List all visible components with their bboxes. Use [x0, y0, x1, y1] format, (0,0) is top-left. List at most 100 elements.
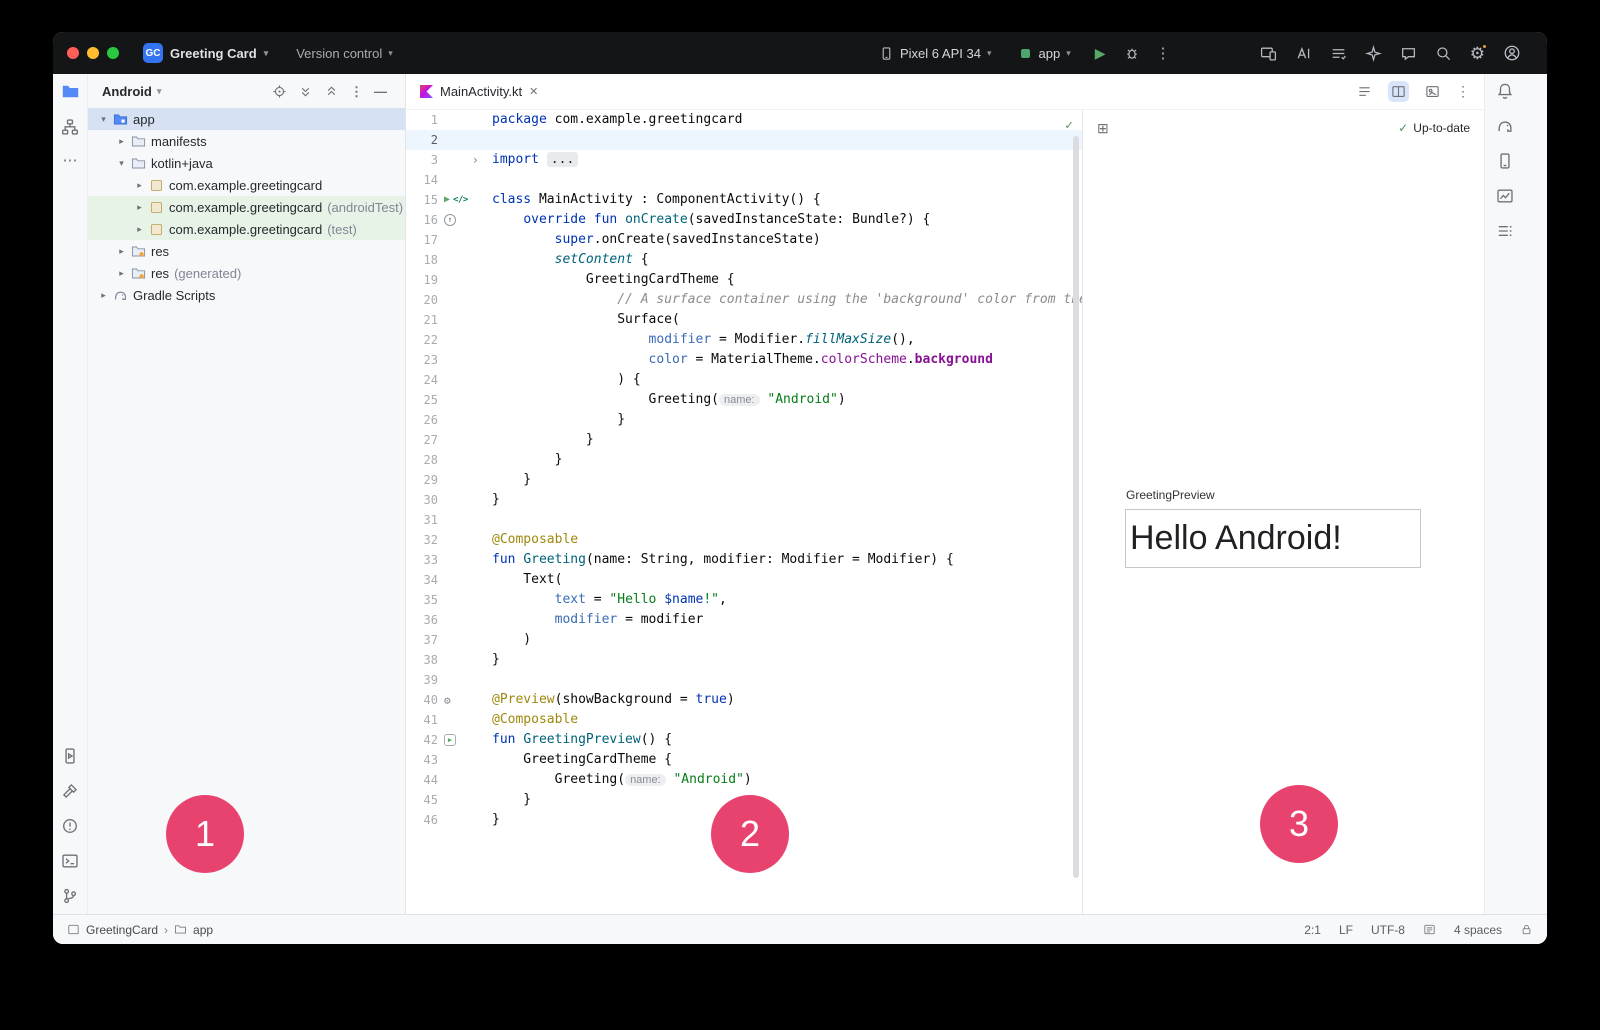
code-line-2[interactable]: 2 [406, 130, 1082, 150]
line-number[interactable]: 23 [406, 350, 438, 370]
chevron-right-icon[interactable]: ▸ [96, 290, 111, 301]
tree-item-com-example-greetingcard-test[interactable]: ▸com.example.greetingcard(test) [88, 218, 405, 240]
preview-grid-icon[interactable]: ⊞ [1097, 121, 1109, 135]
run-preview-gutter-icon[interactable]: ▶ [444, 734, 456, 746]
chevron-right-icon[interactable]: ▸ [114, 268, 129, 279]
gradle-icon[interactable] [1496, 117, 1514, 135]
code-line-16[interactable]: 16↑ override fun onCreate(savedInstanceS… [406, 210, 1082, 230]
line-ending[interactable]: LF [1339, 923, 1353, 937]
code-line-42[interactable]: 42▶fun GreetingPreview() { [406, 730, 1082, 750]
code-line-24[interactable]: 24 ) { [406, 370, 1082, 390]
live-edit-icon[interactable] [1295, 45, 1312, 62]
code-line-39[interactable]: 39 [406, 670, 1082, 690]
chevron-right-icon[interactable]: ▸ [132, 180, 147, 191]
code-line-20[interactable]: 20 // A surface container using the 'bac… [406, 290, 1082, 310]
project-view-selector[interactable]: Android [102, 84, 152, 99]
code-line-1[interactable]: 1package com.example.greetingcard [406, 110, 1082, 130]
app-quality-insights-icon[interactable] [1496, 187, 1514, 205]
expand-all-icon[interactable] [298, 84, 313, 99]
code-line-37[interactable]: 37 ) [406, 630, 1082, 650]
chevron-down-icon[interactable]: ▾ [96, 114, 111, 125]
run-config-selector[interactable]: app ▾ [1019, 46, 1070, 61]
overrides-method-gutter-icon[interactable]: ↑ [444, 214, 456, 226]
tree-item-com-example-greetingcard-androidtest[interactable]: ▸com.example.greetingcard(androidTest) [88, 196, 405, 218]
device-selector[interactable]: Pixel 6 API 34 ▾ [879, 46, 991, 61]
code-line-25[interactable]: 25 Greeting(name: "Android") [406, 390, 1082, 410]
code-view-toggle[interactable] [1354, 81, 1375, 102]
line-number[interactable]: 26 [406, 410, 438, 430]
tree-item-res-generated[interactable]: ▸res(generated) [88, 262, 405, 284]
code-editor[interactable]: 1package com.example.greetingcard23›impo… [406, 110, 1082, 914]
line-number[interactable]: 44 [406, 770, 438, 790]
line-number[interactable]: 43 [406, 750, 438, 770]
code-line-33[interactable]: 33fun Greeting(name: String, modifier: M… [406, 550, 1082, 570]
indent-icon[interactable] [1423, 923, 1436, 936]
line-number[interactable]: 15 [406, 190, 438, 210]
line-number[interactable]: 39 [406, 670, 438, 690]
line-number[interactable]: 20 [406, 290, 438, 310]
lock-icon[interactable] [1520, 923, 1533, 936]
debug-button[interactable] [1124, 45, 1140, 61]
line-number[interactable]: 37 [406, 630, 438, 650]
run-button[interactable]: ▶ [1095, 45, 1106, 62]
tree-item-gradle-scripts[interactable]: ▸Gradle Scripts [88, 284, 405, 306]
options-kebab-icon[interactable]: ⋮ [350, 85, 363, 98]
code-line-38[interactable]: 38} [406, 650, 1082, 670]
code-line-14[interactable]: 14 [406, 170, 1082, 190]
collapse-all-icon[interactable] [324, 84, 339, 99]
code-line-43[interactable]: 43 GreetingCardTheme { [406, 750, 1082, 770]
structure-icon[interactable] [61, 118, 79, 136]
line-number[interactable]: 24 [406, 370, 438, 390]
editor-tab-mainactivity[interactable]: MainActivity.kt ✕ [406, 74, 550, 109]
line-number[interactable]: 41 [406, 710, 438, 730]
line-number[interactable]: 2 [406, 130, 438, 150]
line-number[interactable]: 21 [406, 310, 438, 330]
preview-settings-gutter-icon[interactable]: ⚙ [444, 695, 451, 706]
close-tab-icon[interactable]: ✕ [529, 85, 538, 98]
code-line-44[interactable]: 44 Greeting(name: "Android") [406, 770, 1082, 790]
gemini-chat-icon[interactable] [1400, 45, 1417, 62]
close-window-button[interactable] [67, 47, 79, 59]
line-number[interactable]: 27 [406, 430, 438, 450]
running-devices-icon[interactable] [61, 747, 79, 765]
line-number[interactable]: 3 [406, 150, 438, 170]
notifications-bell-icon[interactable] [1496, 82, 1514, 100]
code-line-35[interactable]: 35 text = "Hello $name!", [406, 590, 1082, 610]
preview-render[interactable]: Hello Android! [1125, 509, 1421, 568]
chevron-right-icon[interactable]: ▸ [132, 202, 147, 213]
run-class-gutter-icon[interactable]: ▶ [444, 195, 450, 205]
code-line-15[interactable]: 15▶</>class MainActivity : ComponentActi… [406, 190, 1082, 210]
settings-icon[interactable]: ⚙ [1470, 45, 1485, 62]
tree-item-res[interactable]: ▸res [88, 240, 405, 262]
chevron-right-icon[interactable]: ▸ [132, 224, 147, 235]
line-number[interactable]: 1 [406, 110, 438, 130]
chevron-right-icon[interactable]: ▸ [114, 136, 129, 147]
fold-region-icon[interactable]: › [472, 154, 482, 166]
tree-item-com-example-greetingcard[interactable]: ▸com.example.greetingcard [88, 174, 405, 196]
code-line-36[interactable]: 36 modifier = modifier [406, 610, 1082, 630]
code-line-34[interactable]: 34 Text( [406, 570, 1082, 590]
line-number[interactable]: 35 [406, 590, 438, 610]
line-number[interactable]: 19 [406, 270, 438, 290]
ai-assistant-icon[interactable] [1365, 45, 1382, 62]
line-number[interactable]: 33 [406, 550, 438, 570]
user-avatar-icon[interactable] [1503, 44, 1521, 62]
tree-item-kotlin-java[interactable]: ▾kotlin+java [88, 152, 405, 174]
line-number[interactable]: 29 [406, 470, 438, 490]
code-line-40[interactable]: 40⚙@Preview(showBackground = true) [406, 690, 1082, 710]
line-number[interactable]: 32 [406, 530, 438, 550]
project-menu[interactable]: GC Greeting Card ▾ [143, 43, 268, 63]
line-number[interactable]: 22 [406, 330, 438, 350]
line-number[interactable]: 38 [406, 650, 438, 670]
breadcrumb-project[interactable]: GreetingCard [86, 923, 158, 937]
line-number[interactable]: 30 [406, 490, 438, 510]
editor-scrollbar[interactable] [1073, 136, 1079, 878]
preview-composable-name[interactable]: GreetingPreview [1126, 488, 1215, 502]
code-line-32[interactable]: 32@Composable [406, 530, 1082, 550]
chevron-right-icon[interactable]: ▸ [114, 246, 129, 257]
split-view-toggle[interactable] [1388, 81, 1409, 102]
code-line-29[interactable]: 29 } [406, 470, 1082, 490]
code-line-41[interactable]: 41@Composable [406, 710, 1082, 730]
line-number[interactable]: 28 [406, 450, 438, 470]
hide-panel-icon[interactable]: — [374, 85, 387, 98]
